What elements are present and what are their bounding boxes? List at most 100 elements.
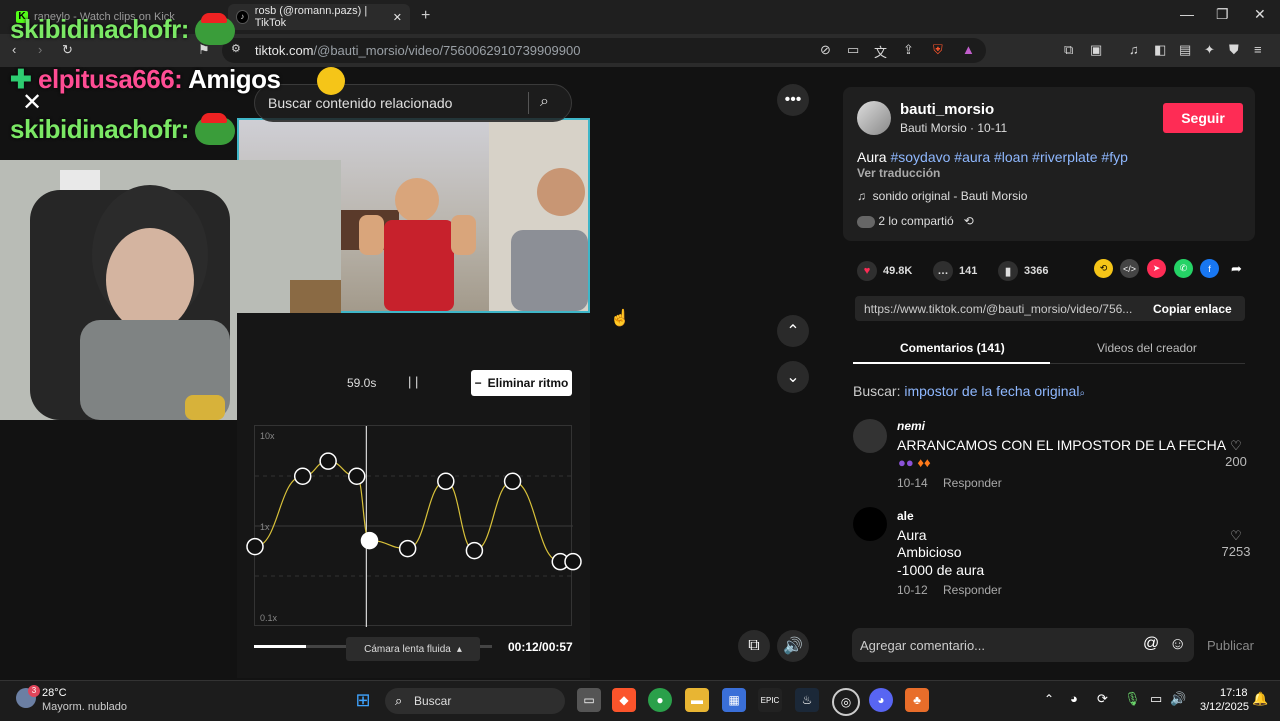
save-stat[interactable]: ▮ 3366: [998, 261, 1048, 281]
sidebar-icon[interactable]: ◧: [1154, 42, 1166, 58]
see-translation-link[interactable]: Ver traducción: [857, 166, 940, 180]
whatsapp-icon[interactable]: ✆: [1174, 259, 1193, 278]
discord-tray-icon[interactable]: ◕: [1070, 691, 1078, 706]
discord-icon[interactable]: ◕: [869, 688, 893, 712]
hashtag-link[interactable]: #aura: [954, 149, 990, 165]
network-icon[interactable]: ▭: [1150, 691, 1162, 707]
obs-icon[interactable]: ◎: [832, 688, 860, 716]
brave-icon[interactable]: ◆: [612, 688, 636, 712]
reply-button[interactable]: Responder: [943, 583, 1002, 597]
translate-icon[interactable]: 文: [874, 42, 887, 61]
more-options-button[interactable]: •••: [777, 84, 809, 116]
notifications-icon[interactable]: 🔔: [1252, 691, 1268, 707]
windows-start-icon[interactable]: ⊞: [351, 688, 375, 712]
speed-graph[interactable]: 10x 1x 0.1x: [246, 425, 582, 627]
epic-games-icon[interactable]: EPIC: [758, 688, 782, 712]
url-text[interactable]: tiktok.com/@bauti_morsio/video/756006291…: [255, 43, 580, 58]
close-window-button[interactable]: ✕: [1254, 6, 1266, 23]
tab-tiktok[interactable]: ♪ rosb (@romann.pazs) | TikTok ✕: [228, 4, 410, 30]
send-icon[interactable]: ➤: [1147, 259, 1166, 278]
menu-icon[interactable]: ≡: [1254, 42, 1262, 57]
next-video-button[interactable]: ⌄: [777, 361, 809, 393]
shared-by[interactable]: 2 lo compartió ⟲: [857, 214, 974, 228]
speed-point[interactable]: [465, 541, 484, 560]
speed-point[interactable]: [293, 467, 312, 485]
speed-point[interactable]: [437, 472, 455, 491]
tab-creator-videos[interactable]: Videos del creador: [1097, 341, 1197, 355]
comment-author[interactable]: nemi: [897, 419, 925, 433]
clock-time[interactable]: 17:18: [1220, 687, 1248, 699]
speed-point[interactable]: [348, 467, 366, 485]
search-suggestion-query[interactable]: impostor de la fecha original: [904, 383, 1079, 399]
creator-avatar[interactable]: [857, 101, 891, 135]
weather-desc[interactable]: Mayorm. nublado: [42, 701, 127, 713]
tab-comments[interactable]: Comentarios (141): [900, 341, 1005, 355]
reply-button[interactable]: Responder: [943, 476, 1002, 490]
new-tab-button[interactable]: +: [421, 7, 430, 25]
creator-username[interactable]: bauti_morsio: [900, 101, 994, 118]
speed-point[interactable]: [564, 552, 582, 571]
remove-beat-button[interactable]: − Eliminar ritmo: [471, 370, 572, 396]
floating-player-button[interactable]: ⧉: [738, 630, 770, 662]
wallet-icon[interactable]: ▤: [1179, 42, 1191, 58]
hashtag-link[interactable]: #riverplate: [1032, 149, 1097, 165]
speaker-icon[interactable]: 🔊: [1170, 691, 1186, 707]
leo-icon[interactable]: ✦: [1204, 42, 1215, 58]
share-link[interactable]: https://www.tiktok.com/@bauti_morsio/vid…: [864, 302, 1132, 316]
close-tab-icon[interactable]: ✕: [393, 11, 402, 24]
share-page-icon[interactable]: ⇪: [903, 42, 914, 58]
copy-link-button[interactable]: Copiar enlace: [1153, 302, 1232, 316]
sound-link[interactable]: ♫ sonido original - Bauti Morsio: [857, 189, 1027, 203]
publish-button[interactable]: Publicar: [1207, 638, 1254, 653]
more-share-icon[interactable]: ➦: [1227, 259, 1246, 278]
speed-point[interactable]: [360, 531, 379, 550]
repost-share-icon[interactable]: ⟲: [1094, 259, 1113, 278]
speed-point[interactable]: [398, 539, 417, 558]
speed-point[interactable]: [319, 452, 337, 470]
embed-icon[interactable]: </>: [1120, 259, 1139, 278]
hashtag-link[interactable]: #fyp: [1101, 149, 1127, 165]
tray-chevron-icon[interactable]: ⌃: [1044, 692, 1054, 706]
like-stat[interactable]: ♥ 49.8K: [857, 261, 912, 281]
cast-icon[interactable]: ▭: [847, 42, 859, 58]
store-icon[interactable]: ▦: [722, 688, 746, 712]
steam-icon[interactable]: ♨: [795, 688, 819, 712]
brave-rewards-icon[interactable]: ▲: [962, 42, 975, 57]
hashtag-link[interactable]: #soydavo: [890, 149, 950, 165]
extensions-icon[interactable]: ⧉: [1064, 42, 1073, 58]
volume-button[interactable]: 🔊: [777, 630, 809, 662]
chrome-icon[interactable]: ●: [648, 688, 672, 712]
comment-avatar[interactable]: [853, 419, 887, 453]
speed-point[interactable]: [503, 472, 522, 491]
speed-graph-svg[interactable]: 10x 1x 0.1x: [246, 426, 582, 627]
previous-video-button[interactable]: ⌃: [777, 315, 809, 347]
no-cast-icon[interactable]: ⊘: [820, 42, 831, 58]
tab-icon[interactable]: ▣: [1090, 42, 1102, 58]
maximize-button[interactable]: ❐: [1216, 6, 1229, 23]
speed-point[interactable]: [246, 537, 264, 556]
clock-date[interactable]: 3/12/2025: [1200, 701, 1249, 713]
close-player-button[interactable]: ✕: [22, 88, 42, 117]
comment-like-button[interactable]: ♡ 7253: [1217, 528, 1255, 559]
follow-button[interactable]: Seguir: [1163, 103, 1243, 133]
comment-stat[interactable]: … 141: [933, 261, 977, 281]
sync-tray-icon[interactable]: ⟳: [1097, 691, 1108, 707]
comment-author[interactable]: ale: [897, 509, 914, 523]
brave-shield-icon[interactable]: ⛨: [933, 42, 943, 58]
taskbar-search[interactable]: [385, 688, 565, 714]
camera-mode-select[interactable]: Cámara lenta fluida ▴: [346, 637, 480, 661]
file-explorer-icon[interactable]: ▬: [685, 688, 709, 712]
comment-like-button[interactable]: ♡ 200: [1222, 438, 1250, 469]
hashtag-link[interactable]: #loan: [994, 149, 1028, 165]
fl-studio-icon[interactable]: ♣: [905, 688, 929, 712]
facebook-icon[interactable]: f: [1200, 259, 1219, 278]
mention-icon[interactable]: @: [1143, 635, 1159, 653]
vpn-icon[interactable]: ⛊: [1229, 42, 1239, 58]
comment-search-suggestion[interactable]: Buscar: impostor de la fecha original⌕: [853, 383, 1085, 399]
pause-icon[interactable]: | |: [408, 374, 418, 389]
comment-avatar[interactable]: [853, 507, 887, 541]
media-icon[interactable]: ♫: [1129, 42, 1139, 57]
mic-tray-icon[interactable]: 🎙: [1124, 691, 1141, 707]
emoji-icon[interactable]: ☺: [1169, 634, 1186, 654]
task-view-icon[interactable]: ▭: [577, 688, 601, 712]
